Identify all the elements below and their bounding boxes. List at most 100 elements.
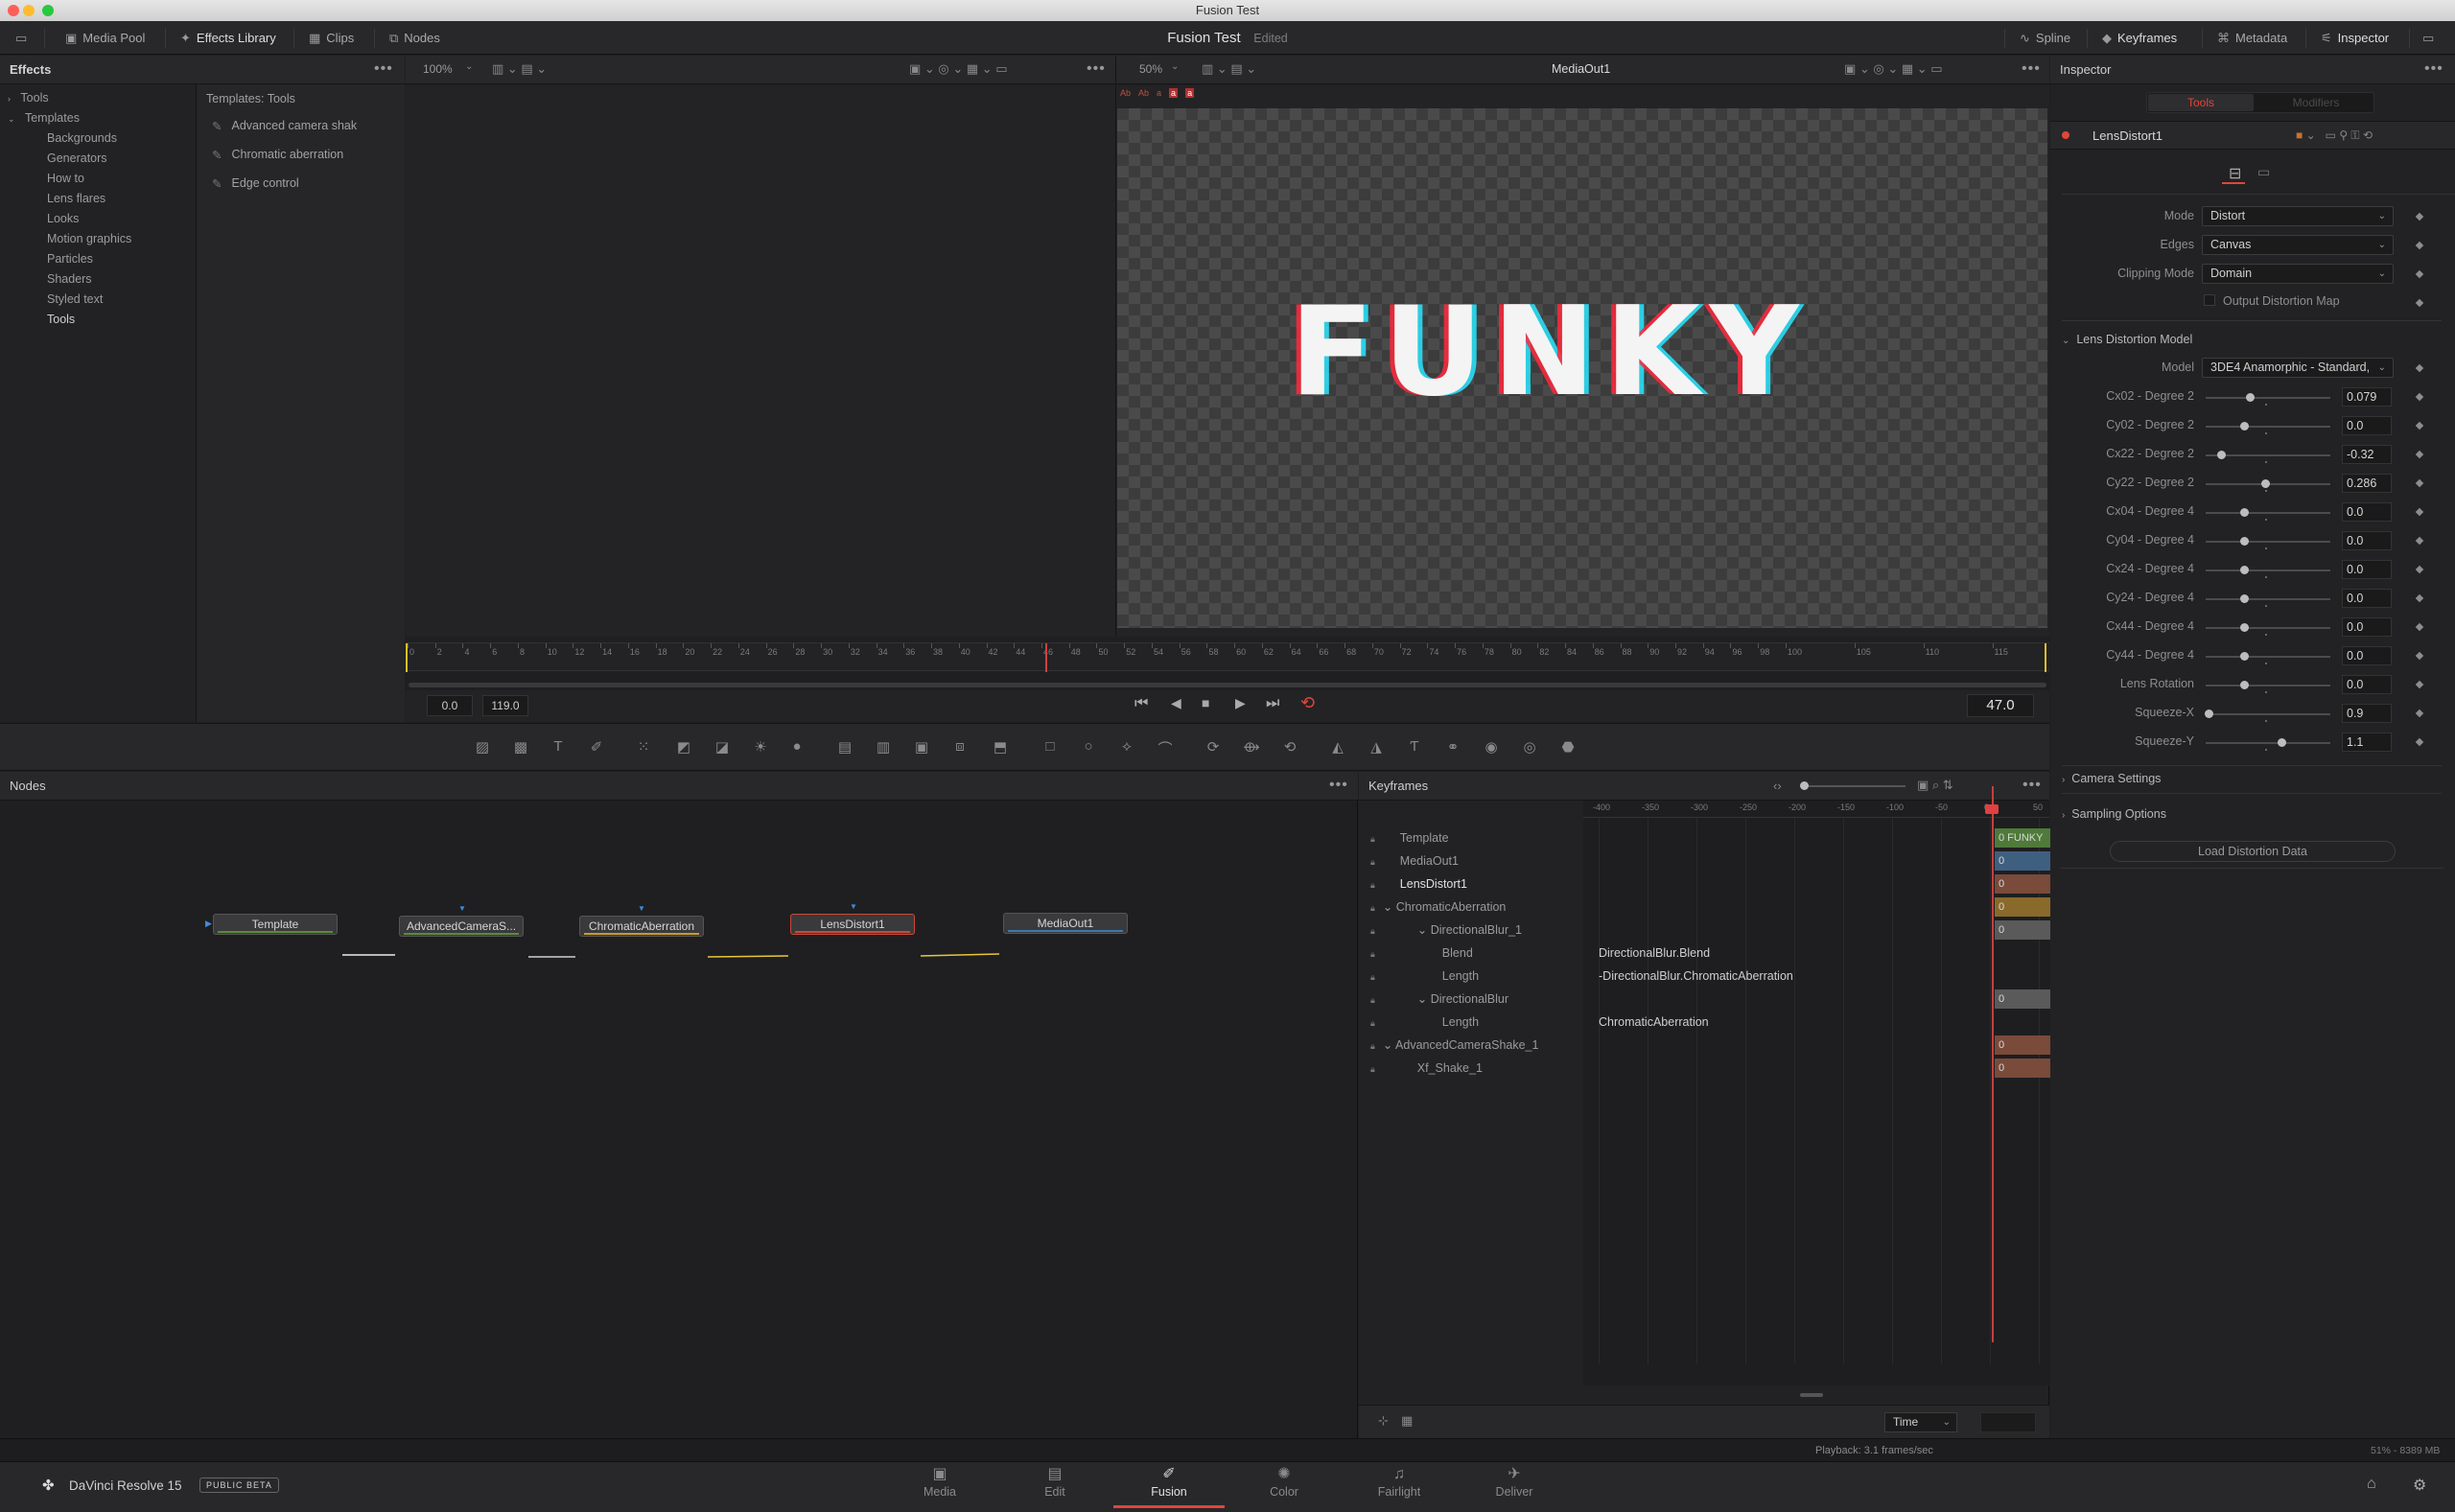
home-icon[interactable]: ⌂: [2367, 1476, 2376, 1493]
param-slider[interactable]: [2206, 537, 2330, 549]
text-3d-icon[interactable]: Ƭ: [1404, 738, 1425, 757]
param-value-field[interactable]: 0.0: [2342, 675, 2392, 694]
lock-icon[interactable]: 🔒︎: [1370, 926, 1375, 936]
transform-tool-icon[interactable]: ⧈: [949, 738, 970, 757]
lock-icon[interactable]: 🔒︎: [1370, 949, 1375, 959]
node-lens-distort[interactable]: LensDistort1: [790, 914, 915, 935]
template-advanced-camera-shake[interactable]: ✎ Advanced camera shak: [212, 111, 404, 140]
current-frame-field[interactable]: 47.0: [1967, 694, 2034, 717]
param-value-field[interactable]: 0.079: [2342, 387, 2392, 407]
keyframes-scrollbar[interactable]: [1800, 1393, 1823, 1397]
channel-boolean-icon[interactable]: ▥: [873, 738, 894, 757]
nodes-button[interactable]: ⧉ Nodes: [380, 21, 450, 55]
template-edge-control[interactable]: ✎ Edge control: [212, 169, 404, 198]
param-slider[interactable]: [2206, 652, 2330, 664]
right-viewer-menu-icon[interactable]: •••: [2022, 56, 2041, 82]
lens-distortion-model-section[interactable]: ⌄ Lens Distortion Model: [2062, 329, 2192, 350]
page-fusion[interactable]: ✐ Fusion: [1126, 1464, 1212, 1506]
param-value-field[interactable]: 0.0: [2342, 560, 2392, 579]
param-slider[interactable]: [2206, 738, 2330, 751]
curves-tool-icon[interactable]: ◪: [712, 738, 733, 757]
tree-item-tools-selected[interactable]: Tools: [8, 310, 190, 330]
render-start-field[interactable]: 0.0: [427, 695, 473, 716]
right-viewer-zoom[interactable]: 50%: [1139, 62, 1162, 76]
slider-knob[interactable]: [2216, 451, 2226, 459]
node-chromatic-aberration[interactable]: ChromaticAberration: [579, 916, 704, 937]
merge-tool-icon[interactable]: ▤: [834, 738, 855, 757]
keyframe-track-row[interactable]: 🔒︎ MediaOut1: [1370, 849, 1459, 872]
viewer-options-icons[interactable]: ▣ ⌄ ◎ ⌄ ▦ ⌄ ▭: [909, 61, 1008, 77]
settings-gear-icon[interactable]: ⚙: [2413, 1476, 2426, 1495]
particle-emitter-icon[interactable]: ⁙: [633, 738, 654, 757]
param-value-field[interactable]: 1.1: [2342, 733, 2392, 752]
param-slider[interactable]: [2206, 508, 2330, 521]
page-fairlight[interactable]: ♫ Fairlight: [1356, 1464, 1442, 1506]
camera-3d-icon[interactable]: ◉: [1481, 738, 1502, 757]
node-advanced-camera-shake[interactable]: AdvancedCameraS...: [399, 916, 524, 937]
param-slider[interactable]: [2206, 479, 2330, 492]
node-media-out[interactable]: MediaOut1: [1003, 913, 1128, 934]
param-value-field[interactable]: 0.0: [2342, 502, 2392, 522]
keyframe-track-row[interactable]: 🔒︎ ⌄ AdvancedCameraShake_1: [1370, 1034, 1538, 1057]
keyframe-tools-icons[interactable]: ▣ ⌕ ⇅: [1917, 778, 1953, 793]
shape-3d-icon[interactable]: ◮: [1366, 738, 1387, 757]
inspector-button[interactable]: ⚟ Inspector: [2311, 21, 2398, 55]
fit-icon[interactable]: ‹›: [1773, 779, 1782, 793]
tree-item-motion-graphics[interactable]: Motion graphics: [8, 229, 190, 249]
page-media[interactable]: ▣ Media: [897, 1464, 983, 1506]
lock-icon[interactable]: 🔒︎: [1370, 834, 1375, 844]
param-value-field[interactable]: 0.0: [2342, 617, 2392, 637]
clipping-mode-dropdown[interactable]: Domain ⌄: [2202, 264, 2394, 284]
keyframe-track-row[interactable]: 🔒︎ ⌄ ChromaticAberration: [1370, 896, 1506, 919]
render-end-field[interactable]: 119.0: [482, 695, 528, 716]
controls-tab-icon[interactable]: ⊟: [2229, 164, 2241, 183]
lock-icon[interactable]: 🔒︎: [1370, 995, 1375, 1005]
param-slider[interactable]: [2206, 451, 2330, 463]
text-tool-icon[interactable]: T: [548, 738, 569, 757]
stop-icon[interactable]: ■: [1202, 695, 1209, 710]
param-value-field[interactable]: 0.0: [2342, 531, 2392, 550]
play-forward-icon[interactable]: ▶: [1235, 695, 1246, 711]
keyframe-track-row[interactable]: 🔒︎ Length: [1370, 965, 1479, 988]
collapse-panels-button[interactable]: ▭: [6, 21, 36, 55]
time-mode-dropdown[interactable]: Time ⌄: [1884, 1412, 1957, 1432]
keyframe-playhead-handle[interactable]: [1985, 804, 1999, 814]
renderer-3d-icon[interactable]: ⬣: [1557, 738, 1578, 757]
model-dropdown[interactable]: 3DE4 Anamorphic - Standard, ⌄: [2202, 358, 2394, 378]
param-slider[interactable]: [2206, 566, 2330, 578]
clips-button[interactable]: ▦ Clips: [299, 21, 363, 55]
keyframe-playhead[interactable]: [1992, 786, 1994, 1342]
minimize-window-button[interactable]: [23, 5, 35, 16]
spline-button[interactable]: ∿ Spline: [2010, 21, 2080, 55]
light-3d-icon[interactable]: ◎: [1519, 738, 1540, 757]
param-value-field[interactable]: -0.32: [2342, 445, 2392, 464]
timestretch-icon[interactable]: ⊹: [1378, 1413, 1389, 1429]
tracker-tool-icon[interactable]: ⟳: [1203, 738, 1224, 757]
output-distortion-checkbox[interactable]: [2204, 294, 2215, 306]
close-window-button[interactable]: [8, 5, 19, 16]
page-deliver[interactable]: ✈ Deliver: [1471, 1464, 1557, 1506]
sampling-options-section[interactable]: › Sampling Options: [2062, 803, 2166, 825]
keyframes-button[interactable]: ◆ Keyframes: [2093, 21, 2186, 55]
tree-item-looks[interactable]: Looks: [8, 209, 190, 229]
zoom-window-button[interactable]: [42, 5, 54, 16]
color-corrector-icon[interactable]: ◩: [673, 738, 694, 757]
tree-item-lens-flares[interactable]: Lens flares: [8, 189, 190, 209]
lock-icon[interactable]: 🔒︎: [1370, 857, 1375, 867]
media-pool-button[interactable]: ▣ Media Pool: [56, 21, 154, 55]
left-viewer-menu-icon[interactable]: •••: [1087, 56, 1106, 82]
chevron-down-icon[interactable]: ⌄: [1171, 61, 1179, 72]
edges-dropdown[interactable]: Canvas ⌄: [2202, 235, 2394, 255]
lock-icon[interactable]: 🔒︎: [1370, 880, 1375, 890]
slider-knob[interactable]: [2204, 709, 2213, 718]
fullscreen-button[interactable]: ▭: [2413, 21, 2443, 55]
blur-tool-icon[interactable]: ●: [786, 738, 807, 757]
planar-tracker-icon[interactable]: ⟴: [1241, 738, 1262, 757]
background-tool-icon[interactable]: ▨: [472, 738, 493, 757]
right-viewer[interactable]: Ab Ab a a a FUNKY: [1115, 85, 2049, 637]
param-slider[interactable]: [2204, 709, 2330, 722]
image-tool-icon[interactable]: ▩: [510, 738, 531, 757]
paint-tool-icon[interactable]: ✐: [586, 738, 607, 757]
brightness-tool-icon[interactable]: ☀: [750, 738, 771, 757]
tree-item-backgrounds[interactable]: Backgrounds: [8, 128, 190, 149]
